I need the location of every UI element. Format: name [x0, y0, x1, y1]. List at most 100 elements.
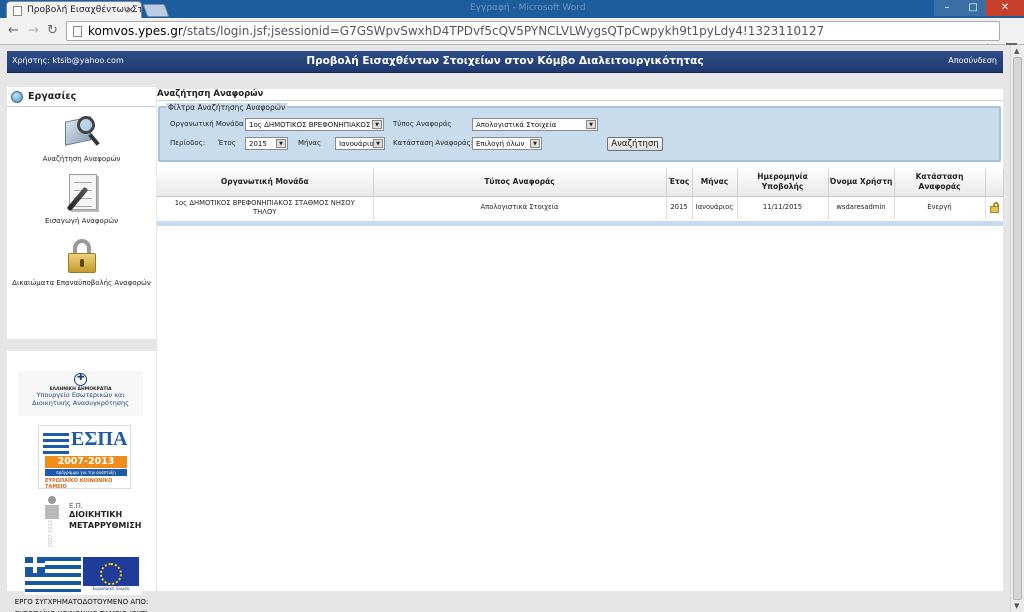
back-arrow-icon[interactable]: ←	[8, 23, 19, 38]
background-window-title: Εγγραφή - Microsoft Word	[470, 3, 586, 13]
tab-title: Προβολή Εισαχθέντων Στ	[27, 5, 142, 15]
espa-logo: ΕΣΠΑ 2007-2013 πρόγραμμα για την ανάπτυξ…	[38, 425, 131, 490]
chevron-down-icon[interactable]: ▼	[373, 139, 383, 148]
url-host: komvos.ypes.gr	[88, 24, 183, 38]
year-value: 2015	[249, 140, 267, 148]
results-table: Οργανωτική Μονάδα Τύπος Αναφοράς Έτος Μή…	[157, 169, 1004, 219]
year-label: Έτος	[218, 139, 236, 147]
sidebar-title-text: Εργασίες	[28, 91, 77, 102]
report-type-label: Τύπος Αναφοράς	[393, 120, 452, 128]
org-unit-label: Οργανωτική Μονάδα	[170, 120, 244, 128]
admin-line1: ΔΙΟΙΚΗΤΙΚΗ	[69, 510, 123, 519]
column-header[interactable]: Τύπος Αναφοράς	[373, 169, 667, 197]
unlock-icon[interactable]	[989, 202, 999, 214]
chevron-down-icon[interactable]: ▼	[372, 120, 382, 129]
filters-panel: Φίλτρα Αναζήτησης Αναφορών Οργανωτική Μο…	[158, 103, 1001, 162]
espa-years: 2007-2013	[45, 456, 127, 468]
sidebar: Εργασίες Αναζήτηση Αναφορών Εισαγωγή Ανα…	[7, 87, 156, 612]
status-label: Κατάσταση Αναφοράς:	[393, 139, 474, 147]
admin-years: 2007-2013	[48, 520, 54, 548]
table-header-row: Οργανωτική Μονάδα Τύπος Αναφοράς Έτος Μή…	[157, 169, 1004, 197]
column-header[interactable]: Μήνας	[692, 169, 738, 197]
column-header[interactable]: Ημερομηνία Υποβολής	[737, 169, 829, 197]
status-value: Επιλογή όλων	[476, 140, 525, 148]
sidebar-item-label[interactable]: Αναζήτηση Αναφορών	[43, 155, 121, 163]
administrative-reform-logo: 2007-2013 Ε.Π. ΔΙΟΙΚΗΤΙΚΗ ΜΕΤΑΡΡΥΘΜΙΣΗ	[35, 492, 142, 552]
tab-close-icon[interactable]: ×	[126, 3, 135, 16]
month-select[interactable]: Ιανουάριος ▼	[335, 137, 385, 150]
ministry-name: Υπουργείο Εσωτερικών και Διοικητικής Ανα…	[32, 391, 129, 407]
eu-flag-icon: Ευρωπαϊκή Ένωση	[83, 557, 139, 592]
month-value: Ιανουάριος	[339, 140, 378, 148]
cell-username: wsdaresadmin	[828, 196, 895, 219]
cell-report-type: Απολογιστικά Στοιχεία	[373, 196, 667, 219]
org-unit-select[interactable]: 1ος ΔΗΜΟΤΙΚΟΣ ΒΡΕΦΟΝΗΠΙΑΚΟΣ ▼	[245, 118, 384, 131]
funding-text: ΕΡΓΟ ΣΥΓΧΡΗΜΑΤΟΔΟΤΟΥΜΕΝΟ ΑΠΟ: ΕΥΡΩΠΑΪΚΟ …	[14, 598, 149, 612]
sidebar-item-search-reports[interactable]: Αναζήτηση Αναφορών	[7, 113, 156, 163]
logout-link[interactable]: Αποσύνδεση	[948, 56, 997, 65]
report-type-value: Απολογιστικά Στοιχεία	[476, 121, 557, 129]
maximize-window-icon[interactable]: □	[960, 0, 986, 16]
tasks-icon	[11, 91, 23, 103]
greek-emblem-icon	[74, 373, 87, 386]
cell-status: Ενεργή	[894, 196, 986, 219]
chevron-down-icon[interactable]: ▼	[530, 139, 540, 148]
column-header	[985, 169, 1004, 197]
search-reports-icon[interactable]	[61, 113, 103, 151]
month-label: Μήνας	[298, 139, 322, 147]
year-select[interactable]: 2015 ▼	[245, 137, 288, 150]
column-header[interactable]: Κατάσταση Αναφοράς	[894, 169, 986, 197]
cell-action[interactable]	[985, 196, 1004, 219]
table-footer	[157, 221, 1003, 226]
filters-legend: Φίλτρα Αναζήτησης Αναφορών	[166, 103, 288, 112]
espa-word: ΕΣΠΑ	[71, 428, 128, 450]
close-window-icon[interactable]: ✕	[986, 0, 1024, 16]
report-type-select[interactable]: Απολογιστικά Στοιχεία ▼	[472, 118, 598, 131]
page-icon	[73, 26, 82, 37]
page-favicon-icon	[13, 6, 22, 16]
espa-flag-icon	[43, 433, 69, 455]
sidebar-title: Εργασίες	[7, 87, 156, 107]
address-bar[interactable]: komvos.ypes.gr/stats/login.jsf;jsessioni…	[66, 21, 1000, 41]
admin-prefix: Ε.Π.	[69, 502, 84, 510]
espa-subtitle: πρόγραμμα για την ανάπτυξη	[45, 469, 127, 476]
padlock-icon[interactable]	[65, 237, 99, 275]
column-header[interactable]: Οργανωτική Μονάδα	[157, 169, 374, 197]
main-content: Αναζήτηση Αναφορών Φίλτρα Αναζήτησης Ανα…	[157, 89, 1004, 591]
search-button[interactable]: Αναζήτηση	[607, 137, 663, 151]
column-header[interactable]: Έτος	[666, 169, 693, 197]
sidebar-item-label[interactable]: Δικαιώματα Επαναϋποβολής Αναφορών	[12, 279, 151, 287]
eu-band: Ευρωπαϊκή Ένωση	[83, 586, 139, 592]
cell-org-unit: 1ος ΔΗΜΟΤΙΚΟΣ ΒΡΕΦΟΝΗΠΙΑΚΟΣ ΣΤΑΘΜΟΣ ΝΗΣΟ…	[157, 196, 374, 219]
reload-icon[interactable]: ↻	[47, 23, 58, 38]
sidebar-item-label[interactable]: Εισαγωγή Αναφορών	[45, 217, 118, 225]
page-body: Χρήστης: ktsib@yahoo.com Προβολή Εισαχθέ…	[0, 45, 1010, 612]
page-scrollbar[interactable]: ▲ ▼	[1010, 45, 1024, 612]
cell-submission-date: 11/11/2015	[737, 196, 829, 219]
scroll-down-arrow-icon[interactable]: ▼	[1014, 602, 1019, 610]
page-title: Αναζήτηση Αναφορών	[157, 89, 1003, 101]
sidebar-item-resubmission-rights[interactable]: Δικαιώματα Επαναϋποβολής Αναφορών	[7, 237, 156, 287]
edit-document-icon[interactable]	[63, 171, 101, 213]
minimize-window-icon[interactable]: –	[934, 0, 960, 16]
url-path: /stats/login.jsf;jsessionid=G7GSWpvSwxhD…	[182, 24, 825, 38]
greek-flag-icon	[25, 557, 81, 592]
scroll-thumb[interactable]	[1013, 57, 1022, 600]
espa-fund: ΕΥΡΩΠΑΪΚΟ ΚΟΙΝΩΝΙΚΟ ΤΑΜΕΙΟ	[45, 478, 113, 490]
forward-arrow-icon[interactable]: →	[28, 23, 39, 38]
chevron-down-icon[interactable]: ▼	[586, 120, 596, 129]
scroll-up-arrow-icon[interactable]: ▲	[1014, 47, 1019, 55]
browser-tab[interactable]: Προβολή Εισαχθέντων Στ ×	[6, 1, 142, 18]
cell-month: Ιανουάριος	[692, 196, 738, 219]
admin-line2: ΜΕΤΑΡΡΥΘΜΙΣΗ	[69, 521, 142, 530]
column-header[interactable]: Όνομα Χρήστη	[828, 169, 895, 197]
chevron-down-icon[interactable]: ▼	[276, 139, 286, 148]
new-tab-button[interactable]	[142, 4, 170, 17]
org-unit-value: 1ος ΔΗΜΟΤΙΚΟΣ ΒΡΕΦΟΝΗΠΙΑΚΟΣ	[249, 121, 371, 129]
site-title: Προβολή Εισαχθέντων Στοιχείων στον Κόμβο…	[306, 55, 704, 67]
sidebar-item-insert-reports[interactable]: Εισαγωγή Αναφορών	[7, 171, 156, 225]
period-label: Περίοδος:	[170, 139, 206, 147]
table-row[interactable]: 1ος ΔΗΜΟΤΙΚΟΣ ΒΡΕΦΟΝΗΠΙΑΚΟΣ ΣΤΑΘΜΟΣ ΝΗΣΟ…	[157, 196, 1004, 219]
sidebar-divider	[7, 339, 156, 351]
status-select[interactable]: Επιλογή όλων ▼	[472, 137, 542, 150]
